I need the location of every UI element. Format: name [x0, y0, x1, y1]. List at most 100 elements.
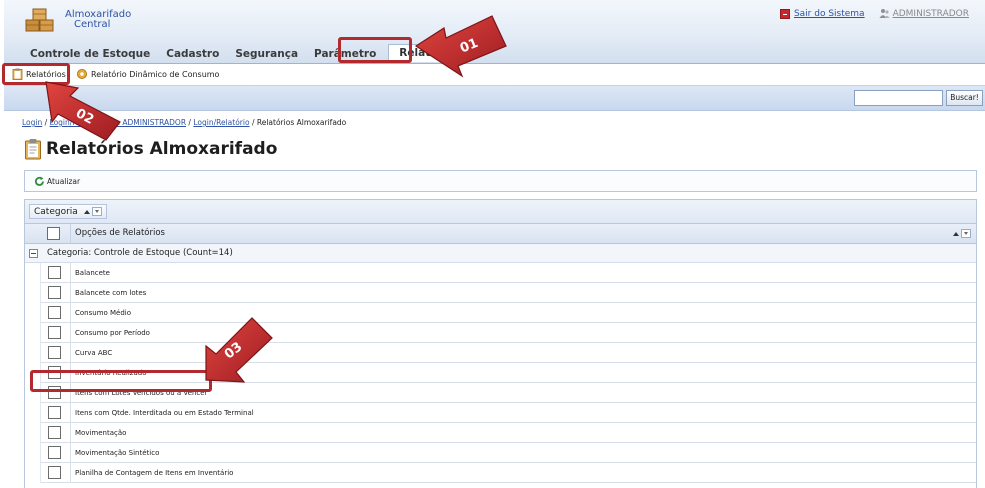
- search-band: Buscar!: [4, 86, 985, 111]
- row-checkbox[interactable]: [48, 386, 61, 399]
- row-checkbox[interactable]: [48, 426, 61, 439]
- gear-icon: [77, 69, 87, 79]
- table-row[interactable]: Movimentação: [25, 423, 976, 443]
- main-menu: Controle de Estoque Cadastro Segurança P…: [30, 44, 478, 62]
- exit-icon[interactable]: [779, 8, 790, 19]
- row-checkbox[interactable]: [48, 346, 61, 359]
- row-label: Consumo Médio: [75, 309, 132, 317]
- table-row[interactable]: Consumo Médio: [25, 303, 976, 323]
- group-panel: Categoria: [25, 200, 976, 224]
- top-links: Sair do Sistema ADMINISTRADOR: [779, 8, 969, 19]
- select-all-checkbox[interactable]: [47, 227, 60, 240]
- column-header-arrows: [953, 229, 971, 238]
- row-check-cell: [41, 363, 71, 383]
- breadcrumb-login-relatorios[interactable]: Login/Re: [50, 118, 82, 127]
- app-name: Almoxarifado Central: [65, 10, 131, 30]
- submenu-item-label: Relatório Dinâmico de Consumo: [91, 69, 220, 79]
- menu-parametro[interactable]: Parâmetro: [314, 48, 385, 62]
- filter-dropdown-icon[interactable]: [961, 229, 971, 238]
- submenu-item-relatorios[interactable]: Relatórios: [12, 68, 66, 80]
- row-indent: [25, 383, 41, 403]
- row-checkbox[interactable]: [48, 306, 61, 319]
- submenu-item-label: Relatórios: [26, 69, 66, 79]
- menu-controle-de-estoque[interactable]: Controle de Estoque: [30, 48, 159, 62]
- breadcrumb-login-admin[interactable]: ogin ADMINISTRADOR: [104, 118, 186, 127]
- row-indent: [25, 403, 41, 423]
- row-check-cell: [41, 423, 71, 443]
- row-check-cell: [41, 383, 71, 403]
- grid-rows: Balancete Balancete com lotes Consumo Mé…: [25, 263, 976, 483]
- row-checkbox[interactable]: [48, 326, 61, 339]
- row-label: Itens com Qtde. Interditada ou em Estado…: [75, 409, 254, 417]
- refresh-icon: [34, 176, 44, 186]
- table-row[interactable]: Planilha de Contagem de Itens em Inventá…: [25, 463, 976, 483]
- collapse-group-icon[interactable]: [29, 249, 38, 258]
- user-icon: [879, 9, 890, 18]
- row-indent: [25, 303, 41, 323]
- table-row[interactable]: Itens com Lotes Vencidos ou a Vencer: [25, 383, 976, 403]
- group-by-label: Categoria: [34, 206, 78, 217]
- row-check-cell: [41, 263, 71, 283]
- search-button[interactable]: Buscar!: [946, 90, 983, 106]
- table-row[interactable]: Consumo por Período: [25, 323, 976, 343]
- clipboard-icon: [25, 139, 41, 160]
- breadcrumb: Login / Login/Re ogin ADMINISTRADOR / Log…: [22, 118, 346, 127]
- row-checkbox[interactable]: [48, 466, 61, 479]
- search-input[interactable]: [854, 90, 943, 106]
- row-label: Inventário Realizado: [75, 369, 147, 377]
- row-checkbox[interactable]: [48, 366, 61, 379]
- sort-ascending-icon[interactable]: [83, 209, 90, 214]
- page-title: Relatórios Almoxarifado: [46, 139, 278, 159]
- breadcrumb-login[interactable]: Login: [22, 118, 42, 127]
- filter-dropdown-icon[interactable]: [91, 207, 102, 216]
- row-label: Curva ABC: [75, 349, 113, 357]
- row-label: Balancete com lotes: [75, 289, 147, 297]
- menu-seguranca[interactable]: Segurança: [235, 48, 307, 62]
- row-checkbox[interactable]: [48, 266, 61, 279]
- row-indent: [25, 263, 41, 283]
- page-title-wrap: Relatórios Almoxarifado: [24, 138, 277, 160]
- row-check-cell: [41, 403, 71, 423]
- submenu-bar: Relatórios Relatório Dinâmico de Consumo: [4, 64, 985, 86]
- table-row[interactable]: Balancete: [25, 263, 976, 283]
- row-checkbox[interactable]: [48, 446, 61, 459]
- row-label: Consumo por Período: [75, 329, 150, 337]
- table-row[interactable]: Balancete com lotes: [25, 283, 976, 303]
- row-check-cell: [41, 303, 71, 323]
- table-row[interactable]: Curva ABC: [25, 343, 976, 363]
- app-window: Almoxarifado Central Sair do Sistema ADM…: [0, 0, 985, 488]
- column-header-opcoes[interactable]: Opções de Relatórios: [75, 228, 165, 238]
- grid-header-row: Opções de Relatórios: [25, 224, 976, 244]
- header-check-cell: [25, 224, 71, 243]
- row-check-cell: [41, 343, 71, 363]
- group-row: Categoria: Controle de Estoque (Count=14…: [25, 244, 976, 263]
- row-label: Balancete: [75, 269, 110, 277]
- row-indent: [25, 443, 41, 463]
- row-indent: [25, 323, 41, 343]
- breadcrumb-login-relatorio[interactable]: Login/Relatório: [193, 118, 249, 127]
- row-indent: [25, 343, 41, 363]
- refresh-button[interactable]: Atualizar: [34, 176, 80, 187]
- group-by-chip[interactable]: Categoria: [29, 204, 107, 219]
- row-check-cell: [41, 443, 71, 463]
- row-checkbox[interactable]: [48, 406, 61, 419]
- row-check-cell: [41, 283, 71, 303]
- row-check-cell: [41, 323, 71, 343]
- row-indent: [25, 423, 41, 443]
- row-label: Movimentação Sintético: [75, 449, 160, 457]
- submenu-item-relatorio-dinamico[interactable]: Relatório Dinâmico de Consumo: [76, 68, 219, 80]
- table-row[interactable]: Movimentação Sintético: [25, 443, 976, 463]
- row-label: Movimentação: [75, 429, 127, 437]
- user-link[interactable]: ADMINISTRADOR: [893, 9, 969, 19]
- app-header: Almoxarifado Central Sair do Sistema ADM…: [4, 0, 985, 64]
- row-checkbox[interactable]: [48, 286, 61, 299]
- boxes-logo-icon: [25, 8, 54, 32]
- table-row[interactable]: Inventário Realizado: [25, 363, 976, 383]
- table-row[interactable]: Itens com Qtde. Interditada ou em Estado…: [25, 403, 976, 423]
- exit-link[interactable]: Sair do Sistema: [794, 9, 865, 19]
- sort-ascending-icon[interactable]: [953, 231, 959, 236]
- chip-arrows: [83, 207, 102, 216]
- menu-relatorios[interactable]: Relatórios: [388, 44, 471, 62]
- breadcrumb-separator: /: [42, 118, 50, 127]
- menu-cadastro[interactable]: Cadastro: [166, 48, 228, 62]
